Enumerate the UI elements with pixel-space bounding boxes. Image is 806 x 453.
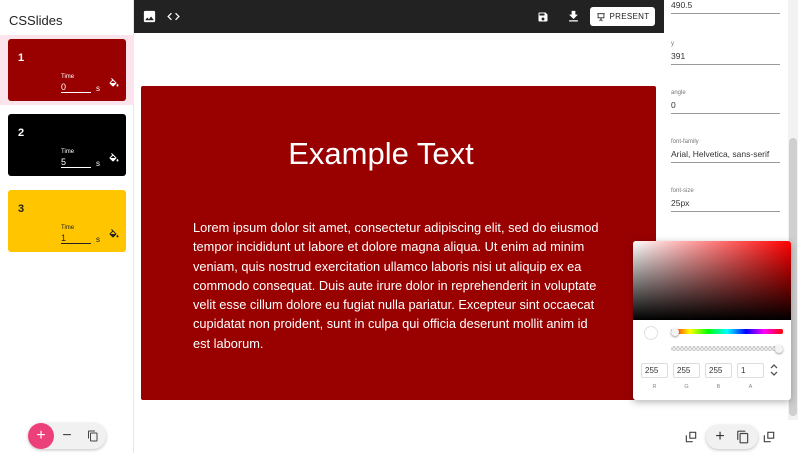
paint-bucket-icon[interactable] [108, 78, 120, 90]
green-label: G [684, 384, 689, 390]
image-icon[interactable] [142, 9, 157, 24]
alpha-input[interactable]: 1 [737, 363, 764, 378]
slide-body-text[interactable]: Lorem ipsum dolor sit amet, consectetur … [193, 218, 605, 353]
time-label: Time [61, 149, 75, 155]
download-icon[interactable] [566, 9, 581, 24]
save-icon[interactable] [537, 11, 549, 23]
bring-front-icon[interactable] [762, 430, 776, 444]
hue-slider-handle[interactable] [671, 327, 679, 336]
present-icon [596, 12, 605, 21]
present-button[interactable]: PRESENT [590, 7, 655, 26]
slide-preview[interactable]: Example Text Lorem ipsum dolor sit amet,… [141, 86, 656, 400]
layer-tools: + [664, 424, 788, 452]
paint-bucket-icon[interactable] [108, 153, 120, 165]
slide-thumbnail[interactable]: 3 Time 1 s [8, 190, 126, 252]
remove-slide-button[interactable]: − [54, 423, 80, 449]
time-label: Time [61, 225, 75, 231]
saturation-area[interactable] [633, 241, 791, 320]
plus-icon: + [36, 427, 46, 444]
color-preview-swatch [645, 327, 657, 339]
slide-thumbnail[interactable]: 1 Time 0 s [8, 39, 126, 101]
red-label: R [652, 384, 657, 390]
copy-icon[interactable] [736, 430, 750, 444]
slide-title[interactable]: Example Text [141, 136, 621, 172]
time-input[interactable]: 0 [61, 82, 91, 93]
app-title: CSSlides [9, 13, 63, 28]
time-unit: s [96, 235, 100, 244]
font-family-input[interactable]: Arial, Helvetica, sans-serif [671, 149, 780, 163]
y-label: y [671, 41, 674, 47]
font-size-label: font-size [671, 188, 694, 194]
present-label: PRESENT [609, 12, 650, 21]
time-unit: s [96, 159, 100, 168]
time-label: Time [61, 74, 75, 80]
paint-bucket-icon[interactable] [108, 229, 120, 241]
app-root: CSSlides 1 Time 0 s 2 Time 5 s 3 Time 1 … [0, 0, 806, 453]
angle-input[interactable]: 0 [671, 100, 780, 114]
y-input[interactable]: 391 [671, 51, 780, 65]
slides-sidebar: CSSlides 1 Time 0 s 2 Time 5 s 3 Time 1 … [0, 0, 134, 453]
time-unit: s [96, 84, 100, 93]
format-toggle-icon[interactable] [769, 362, 779, 378]
alpha-slider[interactable] [671, 344, 783, 353]
slide-thumbnail-item[interactable]: 3 Time 1 s [0, 186, 134, 256]
green-input[interactable]: 255 [673, 363, 700, 378]
font-size-input[interactable]: 25px [671, 198, 780, 212]
top-toolbar: PRESENT [134, 0, 664, 33]
add-slide-button[interactable]: + [28, 423, 54, 449]
minus-icon: − [62, 427, 72, 444]
code-icon[interactable] [166, 9, 181, 24]
x-input[interactable]: 490.5 [671, 0, 780, 14]
time-input[interactable]: 1 [61, 233, 91, 244]
alpha-label: A [748, 384, 753, 390]
copy-icon [88, 430, 98, 442]
slide-thumbnail[interactable]: 2 Time 5 s [8, 114, 126, 176]
slide-number: 1 [18, 52, 25, 64]
slide-number: 2 [18, 127, 25, 139]
alpha-slider-handle[interactable] [775, 344, 783, 353]
red-input[interactable]: 255 [641, 363, 668, 378]
blue-input[interactable]: 255 [705, 363, 732, 378]
slide-canvas: Example Text Lorem ipsum dolor sit amet,… [134, 33, 664, 453]
font-family-label: font-family [671, 139, 699, 145]
blue-label: B [716, 384, 721, 390]
hue-slider[interactable] [671, 327, 783, 336]
duplicate-slide-button[interactable] [80, 423, 106, 449]
slide-thumbnail-item[interactable]: 1 Time 0 s [0, 35, 134, 105]
angle-label: angle [671, 90, 686, 96]
sidebar-button-group: + − [28, 423, 106, 449]
slide-number: 3 [18, 203, 25, 215]
color-picker: 255 255 255 1 R G B A [633, 241, 791, 400]
time-input[interactable]: 5 [61, 157, 91, 168]
send-back-icon[interactable] [684, 430, 698, 444]
add-element-button[interactable]: + [710, 427, 730, 447]
slide-thumbnail-item[interactable]: 2 Time 5 s [0, 110, 134, 180]
